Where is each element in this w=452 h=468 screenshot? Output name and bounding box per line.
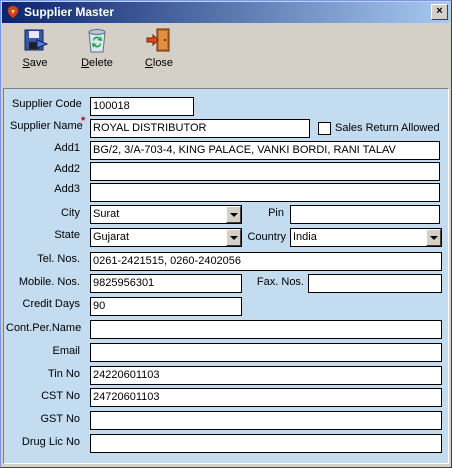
add3-field[interactable] [90, 183, 440, 202]
email-label: Email [52, 345, 80, 357]
supplier-code-field[interactable]: 100018 [90, 97, 194, 116]
state-select[interactable]: Gujarat [90, 228, 242, 247]
close-window-button[interactable]: × [431, 4, 448, 20]
mobile-field[interactable]: 9825956301 [90, 274, 242, 293]
fax-label: Fax. Nos. [256, 276, 304, 288]
drug-lic-field[interactable] [90, 434, 442, 453]
sales-return-checkbox[interactable] [318, 122, 331, 135]
chevron-down-icon[interactable] [226, 229, 241, 246]
city-value: Surat [93, 208, 120, 220]
contact-person-label: Cont.Per.Name [6, 322, 82, 334]
chevron-down-icon[interactable] [226, 206, 241, 223]
chevron-down-icon[interactable] [426, 229, 441, 246]
credit-days-label: Credit Days [22, 298, 80, 310]
country-select[interactable]: India [290, 228, 442, 247]
exit-door-icon [146, 28, 170, 52]
city-select[interactable]: Surat [90, 205, 242, 224]
save-button[interactable]: Save [13, 26, 57, 74]
gst-field[interactable] [90, 411, 442, 430]
country-value: India [293, 231, 317, 243]
fax-field[interactable] [308, 274, 442, 293]
state-label: State [54, 229, 80, 241]
form-panel: Supplier Code 100018 Supplier Name * ROY… [3, 88, 449, 464]
add2-label: Add2 [54, 163, 80, 175]
supplier-name-field[interactable]: ROYAL DISTRIBUTOR [90, 119, 310, 138]
cst-label: CST No [41, 390, 80, 402]
credit-days-field[interactable]: 90 [90, 297, 242, 316]
email-field[interactable] [90, 343, 442, 362]
drug-lic-label: Drug Lic No [21, 436, 80, 448]
gst-label: GST No [40, 413, 80, 425]
save-disk-icon [24, 29, 49, 51]
tin-field[interactable]: 24220601103 [90, 366, 442, 385]
close-icon: × [436, 5, 443, 17]
add2-field[interactable] [90, 162, 440, 181]
supplier-code-label: Supplier Code [12, 98, 82, 110]
add3-label: Add3 [54, 183, 80, 195]
window-title: Supplier Master [24, 5, 115, 19]
delete-button[interactable]: Delete [75, 26, 119, 74]
required-marker: * [81, 115, 86, 127]
title-bar[interactable]: Supplier Master × [2, 2, 450, 23]
mobile-label: Mobile. Nos. [18, 276, 80, 288]
pin-label: Pin [268, 207, 284, 219]
app-logo-icon [7, 6, 19, 18]
tel-label: Tel. Nos. [37, 253, 80, 265]
contact-person-field[interactable] [90, 320, 442, 339]
close-label: Close [144, 57, 174, 69]
pin-field[interactable] [290, 205, 440, 224]
city-label: City [61, 207, 80, 219]
tel-field[interactable]: 0261-2421515, 0260-2402056 [90, 252, 442, 271]
delete-label: Delete [81, 57, 113, 69]
close-button[interactable]: Close [137, 26, 181, 74]
add1-label: Add1 [54, 142, 80, 154]
add1-field[interactable]: BG/2, 3/A-703-4, KING PALACE, VANKI BORD… [90, 141, 440, 160]
recycle-bin-icon [88, 29, 106, 53]
state-value: Gujarat [93, 231, 130, 243]
tin-label: Tin No [48, 368, 80, 380]
supplier-name-label: Supplier Name [10, 120, 83, 132]
toolbar: Save Delete Close [1, 24, 451, 76]
cst-field[interactable]: 24720601103 [90, 388, 442, 407]
supplier-master-window: Supplier Master × Save Delete Close Supp… [0, 0, 452, 468]
save-label: Save [22, 57, 48, 69]
sales-return-label: Sales Return Allowed [335, 122, 440, 134]
country-label: Country [247, 231, 286, 243]
